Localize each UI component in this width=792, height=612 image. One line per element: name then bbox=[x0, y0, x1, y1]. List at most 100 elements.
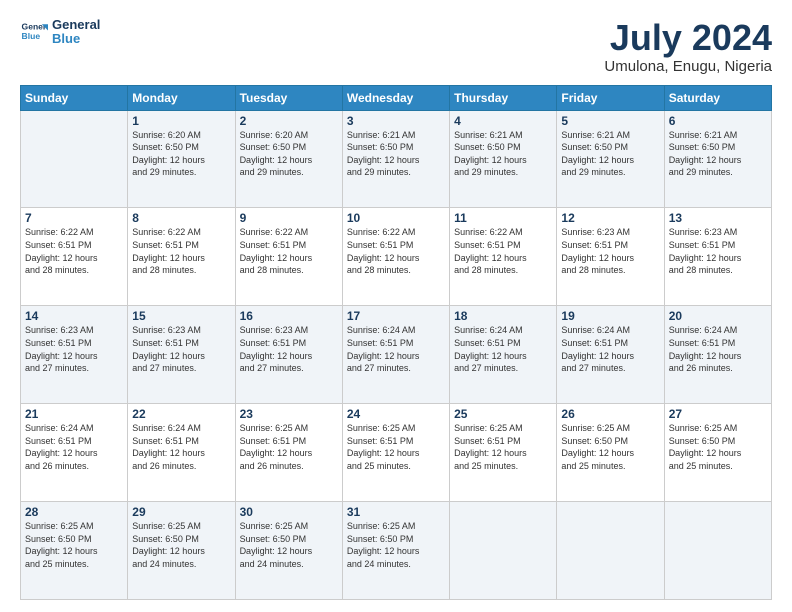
day-number: 19 bbox=[561, 309, 659, 323]
day-info: Sunrise: 6:25 AMSunset: 6:50 PMDaylight:… bbox=[240, 520, 338, 570]
day-info: Sunrise: 6:23 AMSunset: 6:51 PMDaylight:… bbox=[25, 324, 123, 374]
day-number: 29 bbox=[132, 505, 230, 519]
calendar-header-monday: Monday bbox=[128, 85, 235, 110]
day-number: 1 bbox=[132, 114, 230, 128]
calendar-day-cell: 27Sunrise: 6:25 AMSunset: 6:50 PMDayligh… bbox=[664, 404, 771, 502]
logo-line2: Blue bbox=[52, 32, 100, 46]
calendar-day-cell: 9Sunrise: 6:22 AMSunset: 6:51 PMDaylight… bbox=[235, 208, 342, 306]
day-number: 21 bbox=[25, 407, 123, 421]
day-info: Sunrise: 6:22 AMSunset: 6:51 PMDaylight:… bbox=[454, 226, 552, 276]
calendar-day-cell: 28Sunrise: 6:25 AMSunset: 6:50 PMDayligh… bbox=[21, 502, 128, 600]
calendar-day-cell bbox=[450, 502, 557, 600]
calendar-day-cell: 29Sunrise: 6:25 AMSunset: 6:50 PMDayligh… bbox=[128, 502, 235, 600]
day-info: Sunrise: 6:20 AMSunset: 6:50 PMDaylight:… bbox=[132, 129, 230, 179]
day-number: 27 bbox=[669, 407, 767, 421]
day-info: Sunrise: 6:22 AMSunset: 6:51 PMDaylight:… bbox=[25, 226, 123, 276]
calendar-day-cell: 6Sunrise: 6:21 AMSunset: 6:50 PMDaylight… bbox=[664, 110, 771, 208]
calendar-day-cell: 1Sunrise: 6:20 AMSunset: 6:50 PMDaylight… bbox=[128, 110, 235, 208]
calendar-day-cell: 5Sunrise: 6:21 AMSunset: 6:50 PMDaylight… bbox=[557, 110, 664, 208]
day-info: Sunrise: 6:24 AMSunset: 6:51 PMDaylight:… bbox=[25, 422, 123, 472]
calendar-day-cell: 21Sunrise: 6:24 AMSunset: 6:51 PMDayligh… bbox=[21, 404, 128, 502]
day-number: 31 bbox=[347, 505, 445, 519]
calendar-header-saturday: Saturday bbox=[664, 85, 771, 110]
day-info: Sunrise: 6:22 AMSunset: 6:51 PMDaylight:… bbox=[132, 226, 230, 276]
day-info: Sunrise: 6:23 AMSunset: 6:51 PMDaylight:… bbox=[240, 324, 338, 374]
day-info: Sunrise: 6:24 AMSunset: 6:51 PMDaylight:… bbox=[454, 324, 552, 374]
calendar-day-cell: 18Sunrise: 6:24 AMSunset: 6:51 PMDayligh… bbox=[450, 306, 557, 404]
day-info: Sunrise: 6:25 AMSunset: 6:50 PMDaylight:… bbox=[132, 520, 230, 570]
day-info: Sunrise: 6:24 AMSunset: 6:51 PMDaylight:… bbox=[561, 324, 659, 374]
page: General Blue General Blue July 2024 Umul… bbox=[0, 0, 792, 612]
day-number: 2 bbox=[240, 114, 338, 128]
calendar-day-cell: 7Sunrise: 6:22 AMSunset: 6:51 PMDaylight… bbox=[21, 208, 128, 306]
day-info: Sunrise: 6:20 AMSunset: 6:50 PMDaylight:… bbox=[240, 129, 338, 179]
day-info: Sunrise: 6:21 AMSunset: 6:50 PMDaylight:… bbox=[347, 129, 445, 179]
calendar-week-row: 28Sunrise: 6:25 AMSunset: 6:50 PMDayligh… bbox=[21, 502, 772, 600]
day-info: Sunrise: 6:25 AMSunset: 6:51 PMDaylight:… bbox=[347, 422, 445, 472]
day-info: Sunrise: 6:24 AMSunset: 6:51 PMDaylight:… bbox=[347, 324, 445, 374]
calendar-header-tuesday: Tuesday bbox=[235, 85, 342, 110]
calendar-day-cell: 25Sunrise: 6:25 AMSunset: 6:51 PMDayligh… bbox=[450, 404, 557, 502]
calendar-header-row: SundayMondayTuesdayWednesdayThursdayFrid… bbox=[21, 85, 772, 110]
calendar-day-cell bbox=[557, 502, 664, 600]
calendar-day-cell: 16Sunrise: 6:23 AMSunset: 6:51 PMDayligh… bbox=[235, 306, 342, 404]
day-info: Sunrise: 6:24 AMSunset: 6:51 PMDaylight:… bbox=[669, 324, 767, 374]
calendar-week-row: 21Sunrise: 6:24 AMSunset: 6:51 PMDayligh… bbox=[21, 404, 772, 502]
calendar-day-cell: 30Sunrise: 6:25 AMSunset: 6:50 PMDayligh… bbox=[235, 502, 342, 600]
calendar-week-row: 7Sunrise: 6:22 AMSunset: 6:51 PMDaylight… bbox=[21, 208, 772, 306]
day-number: 9 bbox=[240, 211, 338, 225]
day-number: 23 bbox=[240, 407, 338, 421]
day-info: Sunrise: 6:23 AMSunset: 6:51 PMDaylight:… bbox=[669, 226, 767, 276]
calendar-header-wednesday: Wednesday bbox=[342, 85, 449, 110]
calendar-day-cell bbox=[21, 110, 128, 208]
day-number: 13 bbox=[669, 211, 767, 225]
calendar-day-cell: 13Sunrise: 6:23 AMSunset: 6:51 PMDayligh… bbox=[664, 208, 771, 306]
day-number: 10 bbox=[347, 211, 445, 225]
day-info: Sunrise: 6:25 AMSunset: 6:50 PMDaylight:… bbox=[25, 520, 123, 570]
calendar-day-cell: 20Sunrise: 6:24 AMSunset: 6:51 PMDayligh… bbox=[664, 306, 771, 404]
day-info: Sunrise: 6:22 AMSunset: 6:51 PMDaylight:… bbox=[347, 226, 445, 276]
day-number: 18 bbox=[454, 309, 552, 323]
calendar-day-cell: 23Sunrise: 6:25 AMSunset: 6:51 PMDayligh… bbox=[235, 404, 342, 502]
day-number: 11 bbox=[454, 211, 552, 225]
calendar-table: SundayMondayTuesdayWednesdayThursdayFrid… bbox=[20, 85, 772, 600]
day-number: 15 bbox=[132, 309, 230, 323]
day-info: Sunrise: 6:25 AMSunset: 6:50 PMDaylight:… bbox=[561, 422, 659, 472]
calendar-day-cell: 19Sunrise: 6:24 AMSunset: 6:51 PMDayligh… bbox=[557, 306, 664, 404]
day-number: 28 bbox=[25, 505, 123, 519]
day-info: Sunrise: 6:24 AMSunset: 6:51 PMDaylight:… bbox=[132, 422, 230, 472]
main-title: July 2024 bbox=[604, 18, 772, 58]
day-number: 6 bbox=[669, 114, 767, 128]
day-number: 17 bbox=[347, 309, 445, 323]
day-number: 20 bbox=[669, 309, 767, 323]
calendar-day-cell: 14Sunrise: 6:23 AMSunset: 6:51 PMDayligh… bbox=[21, 306, 128, 404]
calendar-day-cell: 8Sunrise: 6:22 AMSunset: 6:51 PMDaylight… bbox=[128, 208, 235, 306]
svg-text:General: General bbox=[22, 22, 48, 32]
calendar-week-row: 1Sunrise: 6:20 AMSunset: 6:50 PMDaylight… bbox=[21, 110, 772, 208]
day-info: Sunrise: 6:23 AMSunset: 6:51 PMDaylight:… bbox=[132, 324, 230, 374]
day-info: Sunrise: 6:21 AMSunset: 6:50 PMDaylight:… bbox=[561, 129, 659, 179]
day-number: 25 bbox=[454, 407, 552, 421]
day-number: 16 bbox=[240, 309, 338, 323]
title-block: July 2024 Umulona, Enugu, Nigeria bbox=[604, 18, 772, 75]
day-info: Sunrise: 6:21 AMSunset: 6:50 PMDaylight:… bbox=[454, 129, 552, 179]
day-info: Sunrise: 6:25 AMSunset: 6:50 PMDaylight:… bbox=[347, 520, 445, 570]
calendar-day-cell: 15Sunrise: 6:23 AMSunset: 6:51 PMDayligh… bbox=[128, 306, 235, 404]
calendar-day-cell: 22Sunrise: 6:24 AMSunset: 6:51 PMDayligh… bbox=[128, 404, 235, 502]
svg-text:Blue: Blue bbox=[22, 31, 41, 41]
day-number: 3 bbox=[347, 114, 445, 128]
logo-line1: General bbox=[52, 18, 100, 32]
day-info: Sunrise: 6:25 AMSunset: 6:51 PMDaylight:… bbox=[240, 422, 338, 472]
calendar-week-row: 14Sunrise: 6:23 AMSunset: 6:51 PMDayligh… bbox=[21, 306, 772, 404]
calendar-day-cell: 4Sunrise: 6:21 AMSunset: 6:50 PMDaylight… bbox=[450, 110, 557, 208]
day-info: Sunrise: 6:22 AMSunset: 6:51 PMDaylight:… bbox=[240, 226, 338, 276]
day-number: 30 bbox=[240, 505, 338, 519]
header: General Blue General Blue July 2024 Umul… bbox=[20, 18, 772, 75]
day-info: Sunrise: 6:25 AMSunset: 6:51 PMDaylight:… bbox=[454, 422, 552, 472]
calendar-day-cell: 11Sunrise: 6:22 AMSunset: 6:51 PMDayligh… bbox=[450, 208, 557, 306]
logo: General Blue General Blue bbox=[20, 18, 100, 47]
day-number: 14 bbox=[25, 309, 123, 323]
day-number: 12 bbox=[561, 211, 659, 225]
calendar-day-cell: 12Sunrise: 6:23 AMSunset: 6:51 PMDayligh… bbox=[557, 208, 664, 306]
subtitle: Umulona, Enugu, Nigeria bbox=[604, 58, 772, 75]
